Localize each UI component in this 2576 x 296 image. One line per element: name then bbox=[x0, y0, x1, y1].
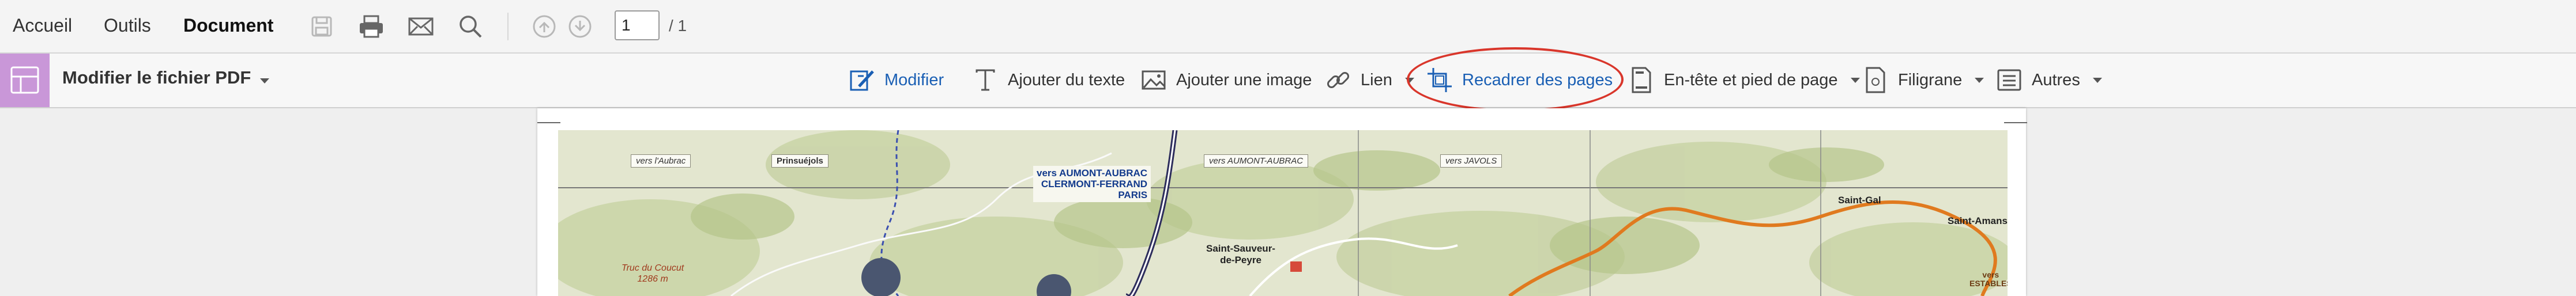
toolbar-divider bbox=[507, 13, 509, 40]
save-icon[interactable] bbox=[306, 10, 338, 43]
link-label: Lien bbox=[1361, 70, 1392, 89]
document-viewport[interactable]: vers l'Aubrac vers AUMONT-AUBRAC vers JA… bbox=[0, 108, 2576, 296]
header-footer-button[interactable]: En-tête et pied de page bbox=[1627, 64, 1860, 96]
map-town-line: de-Peyre bbox=[1220, 255, 1261, 265]
more-label: Autres bbox=[2032, 70, 2080, 89]
next-page-icon[interactable] bbox=[564, 10, 596, 43]
map-road-destination: vers ESTABLES bbox=[1969, 271, 2008, 288]
map-town-saint-gal: Saint-Gal bbox=[1838, 195, 1881, 206]
highway-destination: vers AUMONT-AUBRAC CLERMONT-FERRAND PARI… bbox=[1033, 166, 1151, 202]
tab-accueil[interactable]: Accueil bbox=[13, 12, 72, 39]
edit-pdf-menu[interactable]: Modifier le fichier PDF bbox=[62, 67, 270, 88]
map-direction-label: vers JAVOLS bbox=[1440, 154, 1502, 168]
watermark-label: Filigrane bbox=[1898, 70, 1963, 89]
page-number-input[interactable] bbox=[615, 10, 660, 40]
crop-mark bbox=[537, 122, 560, 123]
map-place-label: Prinsuéjols bbox=[771, 154, 828, 168]
mail-icon[interactable] bbox=[405, 10, 437, 43]
chevron-down-icon[interactable] bbox=[2092, 77, 2102, 83]
map-road-destination-line: ESTABLES bbox=[1969, 279, 2008, 288]
edit-pdf-toolbar: Modifier le fichier PDF Modifier Ajouter… bbox=[0, 54, 2576, 108]
chevron-down-icon[interactable] bbox=[1975, 77, 1984, 83]
print-icon[interactable] bbox=[355, 10, 387, 43]
watermark-button[interactable]: Filigrane bbox=[1861, 64, 1984, 96]
add-text-label: Ajouter du texte bbox=[1008, 70, 1125, 89]
tab-document[interactable]: Document bbox=[183, 12, 273, 39]
map-direction-label: vers l'Aubrac bbox=[631, 154, 691, 168]
chevron-down-icon[interactable] bbox=[1850, 77, 1860, 83]
add-image-button[interactable]: Ajouter une image bbox=[1139, 64, 1312, 96]
map-peak-altitude: 1286 m bbox=[637, 274, 668, 284]
more-button[interactable]: Autres bbox=[1995, 64, 2102, 96]
modify-label: Modifier bbox=[884, 70, 944, 89]
map-town-saint-amans: Saint-Amans bbox=[1948, 215, 2008, 226]
highway-destination-line: CLERMONT-FERRAND bbox=[1041, 179, 1148, 189]
map-town-saint-sauveur: Saint-Sauveur- de-Peyre bbox=[1206, 243, 1275, 266]
add-image-label: Ajouter une image bbox=[1176, 70, 1312, 89]
edit-pdf-title: Modifier le fichier PDF bbox=[62, 67, 251, 88]
link-icon bbox=[1324, 66, 1353, 94]
highway-destination-line: PARIS bbox=[1118, 189, 1148, 200]
edit-pdf-tool-icon[interactable] bbox=[0, 54, 50, 107]
edit-icon bbox=[848, 66, 876, 94]
map-town-line: Saint-Sauveur- bbox=[1206, 243, 1275, 254]
watermark-icon bbox=[1861, 66, 1890, 94]
map-image: vers l'Aubrac vers AUMONT-AUBRAC vers JA… bbox=[558, 130, 2008, 296]
map-peak-name: Truc du Coucut bbox=[622, 263, 684, 273]
top-menu-bar: Accueil Outils Document / 1 bbox=[0, 0, 2576, 54]
crop-mark bbox=[2004, 122, 2027, 123]
add-text-button[interactable]: Ajouter du texte bbox=[971, 64, 1125, 96]
map-direction-label: vers AUMONT-AUBRAC bbox=[1204, 154, 1309, 168]
text-icon bbox=[971, 66, 1000, 94]
header-footer-icon bbox=[1627, 66, 1656, 94]
pdf-page[interactable]: vers l'Aubrac vers AUMONT-AUBRAC vers JA… bbox=[537, 108, 2027, 296]
search-icon[interactable] bbox=[454, 10, 487, 43]
more-icon bbox=[1995, 66, 2024, 94]
link-button[interactable]: Lien bbox=[1324, 64, 1414, 96]
tab-outils[interactable]: Outils bbox=[104, 12, 151, 39]
previous-page-icon[interactable] bbox=[528, 10, 560, 43]
highlight-annotation bbox=[1407, 47, 1624, 112]
map-road-destination-line: vers bbox=[1982, 270, 1999, 279]
chevron-down-icon bbox=[260, 78, 270, 84]
modify-button[interactable]: Modifier bbox=[848, 64, 944, 96]
map-peak-label: Truc du Coucut 1286 m bbox=[622, 263, 684, 284]
highway-destination-line: vers AUMONT-AUBRAC bbox=[1037, 168, 1148, 179]
header-footer-label: En-tête et pied de page bbox=[1664, 70, 1838, 89]
page-total: / 1 bbox=[669, 17, 687, 35]
image-icon bbox=[1139, 66, 1168, 94]
